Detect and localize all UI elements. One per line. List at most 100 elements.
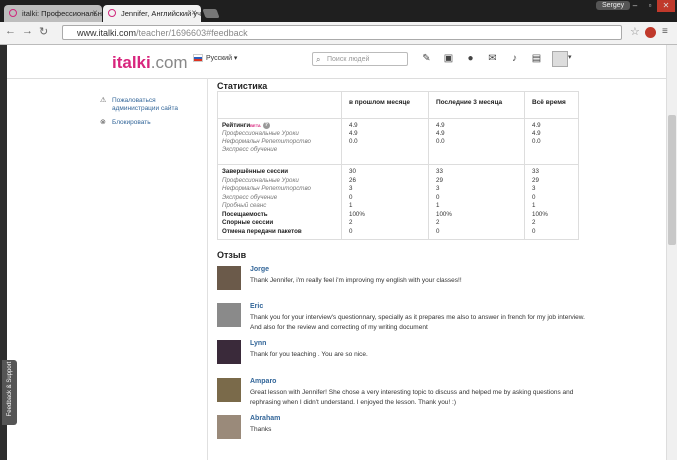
- edit-icon[interactable]: ✎: [421, 53, 432, 64]
- stat-value: 4.9: [436, 122, 445, 129]
- maximize-icon[interactable]: ▫: [643, 0, 657, 12]
- tab-title: Jennifer, Английский учи: [121, 9, 201, 18]
- reviewer-avatar[interactable]: [217, 303, 241, 327]
- review-text: Thank Jennifer, i'm really feel i'm impr…: [250, 277, 462, 284]
- window-close-icon[interactable]: ✕: [657, 0, 675, 12]
- reviewer-name[interactable]: Eric: [250, 303, 263, 310]
- stat-row-label: Спорные сессии: [222, 219, 274, 226]
- scrollbar-thumb[interactable]: [668, 115, 676, 245]
- stat-value: 4.9: [436, 130, 445, 137]
- italki-favicon-icon: [108, 9, 116, 17]
- stat-value: 1: [532, 202, 536, 209]
- bookmark-star-icon[interactable]: ☆: [630, 25, 640, 38]
- stat-value: 4.9: [349, 130, 358, 137]
- stat-value: 0.0: [349, 138, 358, 145]
- stat-value: 0: [532, 227, 536, 235]
- page-viewport: italki.com Русский ▾ ⌕ Поиск людей ✎ ▣ ●…: [7, 45, 666, 460]
- help-icon[interactable]: ?: [262, 122, 270, 129]
- stat-row-label: Экспресс обучение: [222, 193, 278, 201]
- russia-flag-icon: [193, 54, 203, 63]
- back-arrow-icon[interactable]: ←: [5, 25, 16, 37]
- tab-italki[interactable]: italki: Профессиональн ✕: [4, 5, 102, 22]
- tab-title: italki: Профессиональн: [22, 9, 102, 18]
- italki-logo[interactable]: italki.com: [112, 53, 188, 73]
- forward-arrow-icon[interactable]: →: [22, 25, 33, 37]
- reviewer-name[interactable]: Amparo: [250, 378, 276, 385]
- stat-row-label: Отмена передачи пакетов: [222, 227, 302, 235]
- reviews-title: Отзыв: [217, 250, 247, 260]
- url-host: www.italki.com: [77, 28, 137, 38]
- profile-card-icon[interactable]: ▣: [443, 53, 454, 64]
- extension-icon[interactable]: [645, 27, 656, 38]
- reviewer-avatar[interactable]: [217, 415, 241, 439]
- reviewer-avatar[interactable]: [217, 266, 241, 290]
- profile-user-badge[interactable]: Sergey: [596, 1, 631, 10]
- sidebar-actions: ⚠ Пожаловаться администрации сайта ⊗ Бло…: [100, 97, 202, 133]
- stat-row-label: Пробный сеанс: [222, 202, 267, 209]
- reviewer-name[interactable]: Jorge: [250, 266, 269, 273]
- new-tab-button[interactable]: [202, 9, 220, 18]
- stat-row-label: Неформальн Репетиторство: [222, 138, 311, 145]
- stat-value: 0: [436, 193, 440, 201]
- reviewer-name[interactable]: Lynn: [250, 340, 266, 347]
- block-link[interactable]: ⊗ Блокировать: [100, 119, 202, 127]
- address-bar[interactable]: www.italki.com/teacher/1696603#feedback: [62, 25, 622, 40]
- reviewer-avatar[interactable]: [217, 378, 241, 402]
- review-text: Thank for you teaching . You are so nice…: [250, 351, 368, 358]
- stat-value: 0.0: [436, 138, 445, 145]
- stat-row-label: Профессиональные Уроки: [222, 176, 299, 184]
- report-link[interactable]: ⚠ Пожаловаться администрации сайта: [100, 97, 202, 113]
- stat-value: 3: [532, 185, 536, 192]
- close-tab-icon[interactable]: ✕: [191, 5, 197, 22]
- stat-value: 100%: [349, 210, 365, 218]
- language-selector[interactable]: Русский ▾: [193, 54, 237, 63]
- stats-title: Статистика: [217, 81, 268, 91]
- stat-value: 0: [349, 193, 353, 201]
- person-icon[interactable]: ●: [465, 53, 476, 64]
- italki-favicon-icon: [9, 9, 17, 17]
- stat-value: 3: [349, 185, 353, 192]
- stat-row-label: Завершённые сессии: [222, 168, 289, 175]
- page-scrollbar[interactable]: [666, 45, 677, 460]
- stat-row-label: Профессиональные Уроки: [222, 130, 299, 137]
- stat-value: 0: [532, 193, 536, 201]
- stat-row-label: Экспресс обучение: [222, 146, 278, 153]
- minimize-icon[interactable]: –: [628, 0, 642, 12]
- stat-value: 30: [349, 168, 356, 175]
- stat-value: 0: [436, 227, 440, 235]
- block-icon: ⊗: [100, 119, 106, 126]
- search-people-input[interactable]: ⌕ Поиск людей: [312, 52, 408, 66]
- notifications-bell-icon[interactable]: ♪: [509, 53, 520, 64]
- stat-value: 29: [532, 176, 539, 184]
- column-header: Всё время: [532, 99, 566, 106]
- stat-value: 4.9: [349, 122, 358, 129]
- browser-window: italki: Профессиональн ✕ Jennifer, Англи…: [0, 0, 677, 460]
- stat-value: 29: [436, 176, 443, 184]
- stat-value: 2: [349, 219, 353, 226]
- stat-value: 1: [436, 202, 440, 209]
- messages-icon[interactable]: ✉: [487, 53, 498, 64]
- stat-value: 100%: [436, 210, 452, 218]
- chevron-down-icon[interactable]: ▾: [568, 53, 572, 61]
- stat-value: 2: [532, 219, 536, 226]
- reload-icon[interactable]: ↻: [39, 25, 48, 38]
- user-avatar[interactable]: [552, 51, 568, 67]
- feedback-support-tab[interactable]: Feedback & Support: [2, 360, 17, 425]
- stat-value: 33: [436, 168, 443, 175]
- wallet-icon[interactable]: ▤: [531, 53, 542, 64]
- reviewer-name[interactable]: Abraham: [250, 415, 280, 422]
- tab-jennifer[interactable]: Jennifer, Английский учи ✕: [103, 5, 201, 22]
- stat-row-label: Посещаемость: [222, 210, 268, 218]
- menu-icon[interactable]: ≡: [662, 26, 668, 37]
- stat-value: 26: [349, 176, 356, 184]
- reviewer-avatar[interactable]: [217, 340, 241, 364]
- search-icon: ⌕: [316, 55, 321, 64]
- stat-value: 0.0: [532, 138, 541, 145]
- stats-table: в прошлом месяце Последние 3 месяца Всё …: [217, 91, 579, 240]
- stat-value: 1: [349, 202, 353, 209]
- close-tab-icon[interactable]: ✕: [92, 5, 98, 22]
- browser-toolbar: ← → ↻ www.italki.com/teacher/1696603#fee…: [0, 22, 677, 45]
- column-header: в прошлом месяце: [349, 99, 410, 106]
- review-text: Thanks: [250, 426, 272, 433]
- stat-row-label: Неформальн Репетиторство: [222, 185, 311, 192]
